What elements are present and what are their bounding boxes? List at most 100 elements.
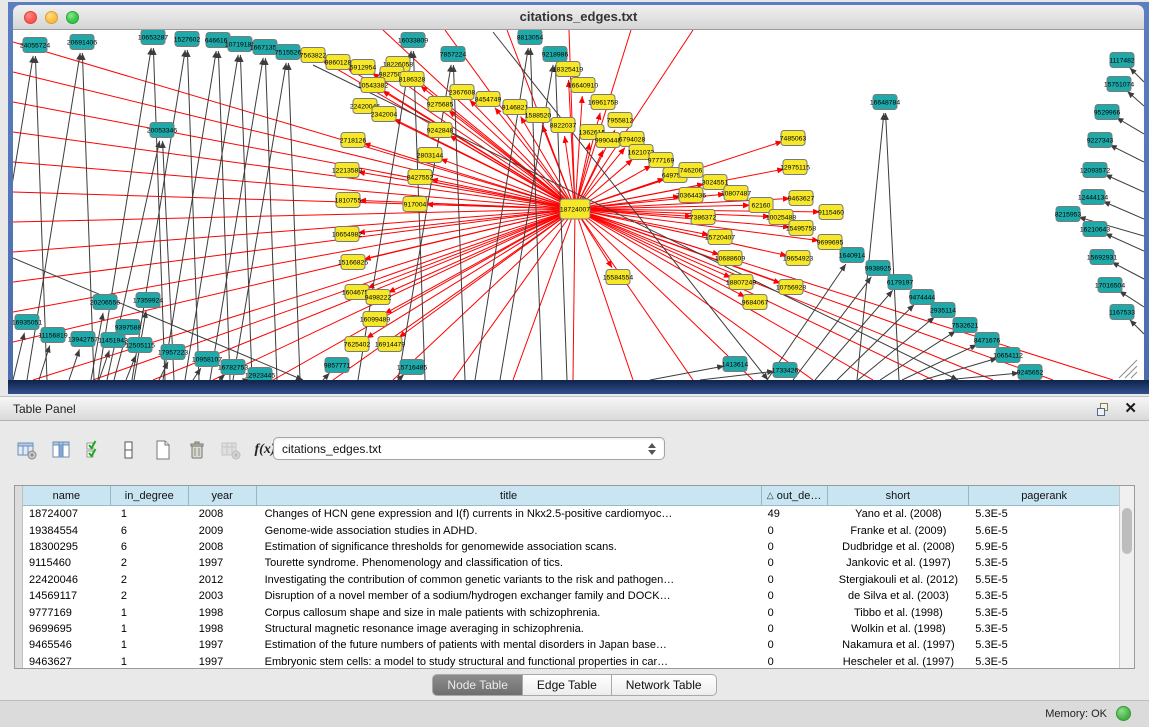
table-row[interactable]: 1456911722003Disruption of a novel membe…: [23, 588, 1119, 604]
graph-edge[interactable]: [210, 58, 263, 380]
graph-node[interactable]: 917004: [403, 197, 427, 212]
graph-edge[interactable]: [413, 51, 425, 380]
graph-node[interactable]: 10756928: [776, 280, 806, 295]
graph-edge[interactable]: [13, 258, 303, 380]
graph-node[interactable]: 8454749: [475, 92, 502, 107]
graph-node[interactable]: 9857771: [324, 358, 351, 373]
network-canvas[interactable]: 1872400724055724206914061065328715276026…: [13, 30, 1144, 380]
table-row[interactable]: 1872400712008Changes of HCN gene express…: [23, 506, 1119, 522]
graph-node[interactable]: 1167533: [1109, 305, 1135, 320]
graph-edge[interactable]: [886, 113, 899, 380]
select-all-icon[interactable]: [82, 437, 108, 463]
graph-node[interactable]: 1117482: [1109, 53, 1135, 68]
graph-node[interactable]: 9397588: [115, 320, 142, 335]
graph-node[interactable]: 9777169: [648, 153, 675, 168]
graph-node[interactable]: 15716485: [397, 360, 427, 375]
graph-edge[interactable]: [700, 371, 774, 380]
scrollbar-thumb[interactable]: [1122, 508, 1132, 554]
graph-node[interactable]: 17359924: [133, 293, 163, 308]
graph-node[interactable]: 10688609: [715, 251, 745, 266]
graph-node[interactable]: 1588520: [525, 108, 552, 123]
graph-edge[interactable]: [1105, 234, 1144, 251]
graph-node[interactable]: 7515526: [275, 45, 302, 60]
graph-node[interactable]: 1527602: [174, 32, 201, 47]
close-panel-icon[interactable]: ✕: [1124, 400, 1137, 418]
graph-node[interactable]: 7625402: [344, 337, 371, 352]
graph-edge[interactable]: [233, 63, 286, 380]
graph-node[interactable]: 12444134: [1078, 190, 1108, 205]
graph-edge[interactable]: [240, 55, 252, 380]
table-row[interactable]: 2242004622012Investigating the contribut…: [23, 572, 1119, 588]
graph-edge[interactable]: [945, 373, 1019, 380]
table-selector-dropdown[interactable]: citations_edges.txt: [273, 437, 665, 460]
graph-node[interactable]: 7532621: [952, 318, 979, 333]
graph-node[interactable]: 17016504: [1095, 278, 1125, 293]
graph-node[interactable]: 12505115: [125, 338, 155, 353]
graph-edge[interactable]: [69, 349, 79, 380]
graph-edge[interactable]: [837, 305, 914, 380]
graph-node[interactable]: 9529966: [1094, 105, 1121, 120]
table-row[interactable]: 977716911998Corpus callosum shape and si…: [23, 604, 1119, 620]
graph-node[interactable]: 10543382: [358, 78, 388, 93]
graph-node[interactable]: 9474444: [909, 290, 936, 305]
column-header-out_degree[interactable]: △out_de…: [762, 486, 828, 505]
graph-node[interactable]: 9684067: [742, 295, 769, 310]
graph-edge[interactable]: [1103, 201, 1144, 219]
graph-node[interactable]: 7563822: [300, 48, 327, 63]
graph-node[interactable]: 19654923: [783, 251, 813, 266]
graph-node[interactable]: 7857224: [440, 47, 467, 62]
graph-node[interactable]: 12093572: [1080, 163, 1110, 178]
graph-edge[interactable]: [13, 56, 33, 380]
graph-node[interactable]: 1413614: [722, 357, 749, 372]
graph-edge[interactable]: [213, 209, 575, 380]
graph-edge[interactable]: [857, 113, 884, 380]
column-header-pagerank[interactable]: pagerank: [969, 486, 1119, 505]
deselect-rows-icon[interactable]: [116, 437, 142, 463]
delete-column-icon[interactable]: [184, 437, 210, 463]
graph-node[interactable]: 12975115: [780, 160, 810, 175]
graph-node[interactable]: 11156819: [38, 328, 67, 343]
graph-node[interactable]: 20364436: [676, 188, 706, 203]
graph-node[interactable]: 18724007: [560, 199, 590, 219]
graph-node[interactable]: 15584554: [603, 270, 633, 285]
graph-node[interactable]: 2367608: [449, 85, 476, 100]
graph-edge[interactable]: [13, 162, 575, 209]
graph-edge[interactable]: [193, 368, 201, 380]
graph-edge[interactable]: [13, 42, 575, 209]
graph-node[interactable]: 2935114: [930, 303, 956, 318]
graph-node[interactable]: 16210643: [1080, 222, 1110, 237]
graph-node[interactable]: 9115460: [818, 205, 844, 220]
graph-node[interactable]: 9990448: [595, 133, 622, 148]
table-row[interactable]: 1938455462009Genome-wide association stu…: [23, 522, 1119, 538]
tab-network-table[interactable]: Network Table: [612, 674, 717, 696]
graph-node[interactable]: 7386372: [690, 210, 717, 225]
graph-node[interactable]: 16640910: [568, 78, 598, 93]
graph-node[interactable]: 16935051: [13, 315, 42, 330]
table-row[interactable]: 946362711997Embryonic stem cells: a mode…: [23, 654, 1119, 668]
graph-node[interactable]: 2718126: [340, 133, 367, 148]
graph-node[interactable]: 8822037: [550, 118, 577, 133]
column-header-short[interactable]: short: [828, 486, 970, 505]
table-row[interactable]: 946554611997Estimation of the future num…: [23, 637, 1119, 653]
table-mode-icon[interactable]: [14, 437, 40, 463]
graph-node[interactable]: 12923445: [245, 368, 275, 381]
network-window-titlebar[interactable]: citations_edges.txt: [13, 5, 1144, 30]
graph-node[interactable]: 746206: [679, 163, 703, 178]
table-row[interactable]: 911546021997Tourette syndrome. Phenomeno…: [23, 555, 1119, 571]
graph-node[interactable]: 9242848: [427, 123, 454, 138]
graph-node[interactable]: 18807249: [726, 275, 756, 290]
graph-node[interactable]: 16099489: [360, 312, 390, 327]
graph-node[interactable]: 8427552: [407, 170, 434, 185]
graph-node[interactable]: 8813054: [517, 30, 544, 45]
graph-node[interactable]: 9275685: [427, 97, 454, 112]
graph-node[interactable]: 24055724: [20, 38, 50, 53]
graph-node[interactable]: 9227343: [1087, 133, 1114, 148]
graph-edge[interactable]: [1127, 91, 1144, 106]
resize-grip-icon[interactable]: [1119, 360, 1137, 378]
graph-node[interactable]: 10654982: [332, 227, 362, 242]
graph-node[interactable]: 1733426: [772, 363, 799, 378]
table-row[interactable]: 969969511998Structural magnetic resonanc…: [23, 621, 1119, 637]
column-header-name[interactable]: name: [23, 486, 111, 505]
graph-edge[interactable]: [1116, 118, 1144, 134]
graph-node[interactable]: 9245652: [1017, 365, 1044, 380]
